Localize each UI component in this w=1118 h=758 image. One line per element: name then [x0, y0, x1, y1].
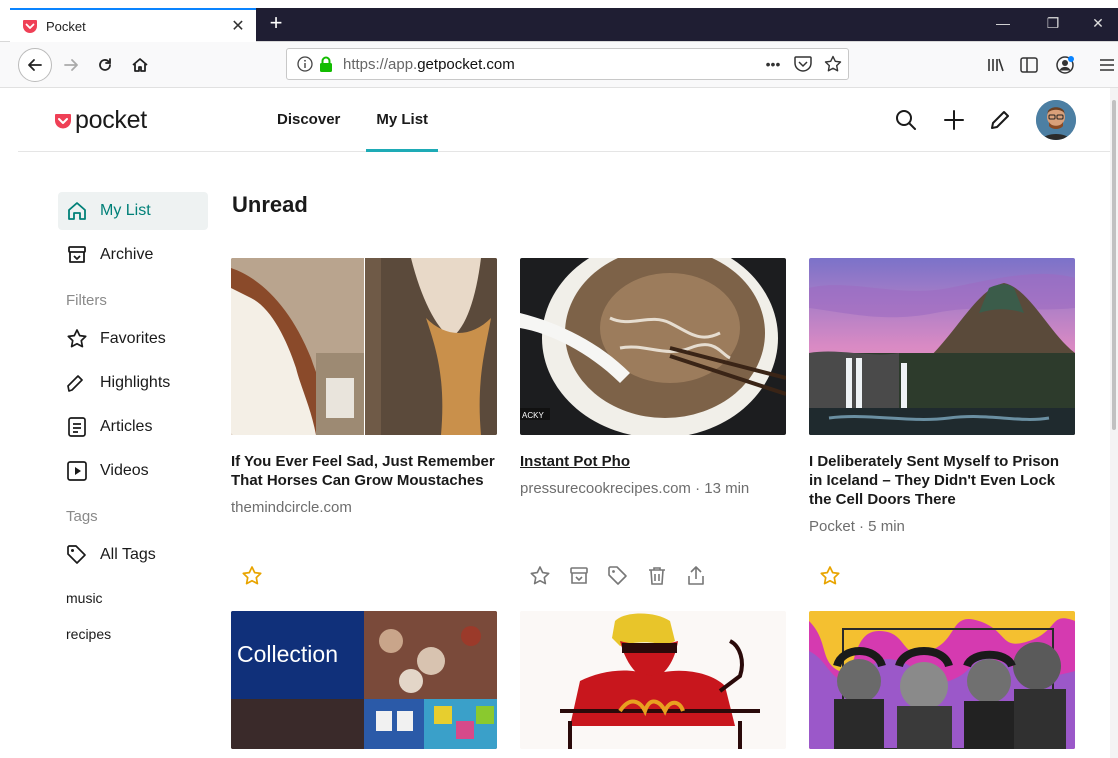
article-thumbnail[interactable]: ACKY: [520, 258, 786, 435]
sidebar-item-all-tags[interactable]: All Tags: [58, 536, 208, 574]
info-icon[interactable]: [297, 56, 313, 72]
article-title[interactable]: Instant Pot Pho: [520, 452, 786, 471]
card-actions: [239, 563, 278, 589]
favorite-star-icon[interactable]: [239, 563, 265, 589]
share-icon[interactable]: [683, 563, 709, 589]
article-title[interactable]: I Deliberately Sent Myself to Prison in …: [809, 452, 1075, 509]
url-bar[interactable]: https://app.getpocket.com •••: [286, 48, 849, 80]
close-window-icon[interactable]: ✕: [1078, 8, 1118, 41]
article-icon: [68, 417, 86, 437]
sidebar-item-my-list[interactable]: My List: [58, 192, 208, 230]
sidebar-item-videos[interactable]: Videos: [58, 452, 208, 490]
page-title: Unread: [232, 192, 308, 217]
sidebar-item-label: Videos: [100, 462, 149, 479]
sidebar-item-label: Archive: [100, 246, 154, 263]
tag-icon[interactable]: [605, 563, 631, 589]
sidebar-item-label: Highlights: [100, 374, 171, 391]
logo-text: pocket: [75, 106, 147, 134]
hamburger-menu-icon[interactable]: [1092, 50, 1118, 80]
save-to-pocket-icon[interactable]: [788, 55, 818, 73]
minimize-icon[interactable]: —: [978, 8, 1028, 41]
pocket-logo-icon: [55, 113, 71, 128]
article-source: Pocket · 5 min: [809, 518, 905, 535]
article-title[interactable]: If You Ever Feel Sad, Just Remember That…: [231, 452, 497, 490]
article-card[interactable]: [520, 611, 786, 749]
article-thumbnail[interactable]: [520, 611, 786, 749]
reload-icon: [99, 58, 111, 71]
tab-close-icon[interactable]: ✕: [228, 16, 248, 36]
search-icon[interactable]: [894, 108, 918, 132]
reload-button[interactable]: [90, 50, 120, 80]
article-source: pressurecookrecipes.com · 13 min: [520, 480, 750, 497]
article-card[interactable]: [809, 611, 1075, 749]
sidebar-item-label: Articles: [100, 418, 153, 435]
page-actions-icon[interactable]: •••: [758, 56, 788, 72]
video-icon: [67, 461, 87, 481]
sidebar: My List Archive Filters Favorites Highli…: [58, 192, 208, 652]
add-icon[interactable]: [942, 108, 966, 132]
article-thumbnail[interactable]: Collection: [231, 611, 497, 749]
favorite-star-icon[interactable]: [527, 563, 553, 589]
home-button[interactable]: [125, 50, 155, 80]
card-actions: [817, 563, 856, 589]
browser-tab-pocket[interactable]: Pocket ✕: [10, 8, 256, 42]
article-card[interactable]: Collection: [231, 611, 497, 749]
sidebar-tag-music[interactable]: music: [58, 580, 208, 616]
tags-heading: Tags: [66, 508, 98, 525]
sidebar-item-label: All Tags: [100, 546, 156, 563]
article-thumbnail[interactable]: [809, 611, 1075, 749]
sidebar-item-label: Favorites: [100, 330, 166, 347]
restore-icon[interactable]: ❐: [1028, 8, 1078, 41]
article-thumbnail[interactable]: [231, 258, 497, 435]
archive-icon: [68, 246, 86, 263]
highlighter-icon: [67, 375, 83, 392]
forward-arrow-icon: [64, 59, 78, 71]
account-icon[interactable]: [1050, 50, 1080, 80]
url-text[interactable]: https://app.getpocket.com: [343, 56, 758, 73]
article-card[interactable]: ACKY Instant Pot Pho pressurecookrecipes…: [520, 258, 786, 497]
svg-text:ACKY: ACKY: [522, 411, 544, 420]
article-source: themindcircle.com: [231, 499, 352, 516]
nav-my-list[interactable]: My List: [366, 88, 438, 152]
home-icon: [132, 58, 148, 72]
filters-heading: Filters: [66, 292, 107, 309]
app-header: pocket Discover My List: [18, 88, 1110, 152]
edit-pencil-icon[interactable]: [988, 108, 1012, 132]
tag-icon: [67, 545, 86, 564]
card-actions: [527, 563, 722, 589]
nav-discover[interactable]: Discover: [267, 88, 350, 152]
pocket-logo[interactable]: pocket: [54, 106, 147, 135]
browser-tab-strip: Pocket ✕ + — ❐ ✕: [0, 0, 1118, 42]
sidebar-toggle-icon[interactable]: [1014, 50, 1044, 80]
new-tab-button[interactable]: +: [266, 8, 286, 41]
forward-button[interactable]: [56, 50, 86, 80]
bookmark-star-icon[interactable]: [818, 55, 848, 73]
article-card[interactable]: I Deliberately Sent Myself to Prison in …: [809, 258, 1075, 535]
avatar[interactable]: [1036, 100, 1076, 140]
lock-icon: [320, 56, 332, 72]
library-icon[interactable]: [981, 50, 1011, 80]
article-thumbnail[interactable]: [809, 258, 1075, 435]
sidebar-item-highlights[interactable]: Highlights: [58, 364, 208, 402]
favorite-star-icon[interactable]: [817, 563, 843, 589]
sidebar-item-articles[interactable]: Articles: [58, 408, 208, 446]
back-arrow-icon: [28, 59, 42, 71]
sidebar-item-label: My List: [100, 202, 151, 219]
top-navigation: Discover My List: [267, 88, 454, 152]
pocket-favicon-icon: [23, 20, 37, 33]
home-icon: [68, 202, 86, 220]
back-button[interactable]: [18, 48, 52, 82]
tab-title: Pocket: [46, 18, 86, 34]
scrollbar-thumb[interactable]: [1112, 100, 1116, 430]
collection-label: Collection: [237, 641, 338, 667]
sidebar-item-favorites[interactable]: Favorites: [58, 320, 208, 358]
archive-icon[interactable]: [566, 563, 592, 589]
sidebar-item-archive[interactable]: Archive: [58, 236, 208, 274]
browser-navbar: https://app.getpocket.com •••: [0, 42, 1118, 88]
sidebar-tag-recipes[interactable]: recipes: [58, 616, 208, 652]
star-icon: [67, 329, 87, 348]
delete-trash-icon[interactable]: [644, 563, 670, 589]
article-card[interactable]: If You Ever Feel Sad, Just Remember That…: [231, 258, 497, 516]
